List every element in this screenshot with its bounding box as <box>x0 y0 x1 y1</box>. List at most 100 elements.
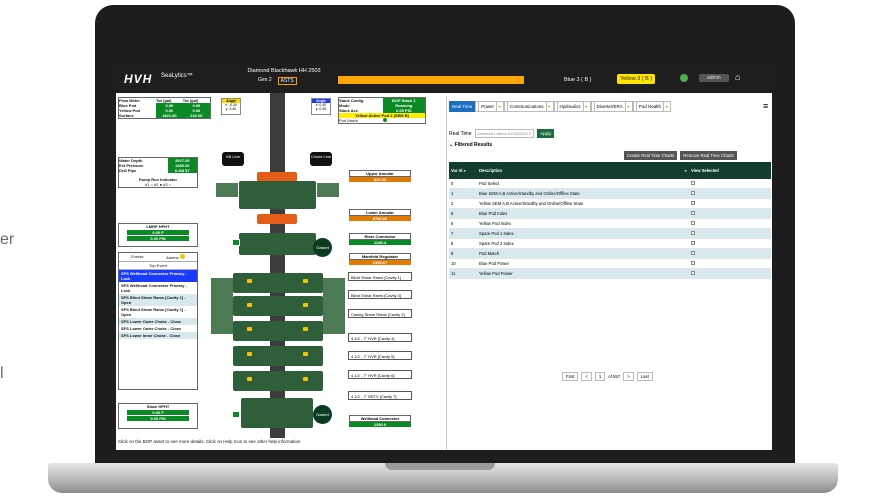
event-item[interactable]: SFS Wellhead Connector Primary - Lock <box>119 282 197 294</box>
event-item[interactable]: SFS Wellhead Connector Primary - Lock <box>119 270 197 282</box>
view-checkbox[interactable] <box>691 271 695 275</box>
choke-line[interactable]: Choke Line <box>310 152 332 166</box>
view-checkbox[interactable] <box>691 231 695 235</box>
real-time-select[interactable]: pressure1-demo 01/18/2022 2 <box>474 129 535 138</box>
event-item[interactable]: SFS Blind Shear Rams [Cavity 1] - Open <box>119 294 197 306</box>
water-table: Water Depth 2027.93 Ext Pressure 1380.00 D… <box>118 157 198 188</box>
page-number[interactable]: 1 <box>594 372 606 381</box>
var-desc: Yellow Pod Power <box>477 268 689 279</box>
view-checkbox[interactable] <box>691 241 695 245</box>
ram-label[interactable]: Blind Shear Rams [Cavity 3] <box>348 290 412 299</box>
ram-label[interactable]: 4 1/2 - 7" HVR [Cavity 6] <box>348 370 412 379</box>
warning-dot-icon: ● <box>584 104 588 109</box>
chart-buttons: Create Real Time Charts Remove Real Time… <box>624 151 737 160</box>
next-page-button[interactable]: > <box>623 372 634 381</box>
gasket-upper[interactable]: Gasket <box>313 238 332 257</box>
table-row[interactable]: 6 Yellow Pod Index <box>449 218 771 229</box>
menu-icon[interactable]: ≡ <box>763 101 768 111</box>
ram-label[interactable]: 4 1/2 - 7" HVR [Cavity 5] <box>348 351 412 360</box>
lower-annular-element[interactable] <box>257 214 297 224</box>
user-menu[interactable]: admin <box>699 74 729 82</box>
wellhead-body[interactable] <box>241 398 313 428</box>
ram-body-1[interactable] <box>239 181 316 209</box>
home-icon[interactable]: ⌂ <box>735 72 740 82</box>
manifold-regulator-label[interactable]: Manifold Regulator 1365.67 <box>349 253 411 265</box>
panel-tabs: Real Time Power ● Communications ● Hydra… <box>449 101 672 112</box>
tab-communications[interactable]: Communications ● <box>504 101 554 112</box>
ram-body-3[interactable] <box>233 273 323 293</box>
tab-power[interactable]: Power ● <box>475 101 505 112</box>
tab-label: Diverter/ERA <box>593 101 626 112</box>
table-row[interactable]: 8 Spare Pod 2 Index <box>449 238 771 249</box>
riser-connector-label[interactable]: Riser Connector 1280.4 <box>349 233 411 245</box>
prev-page-button[interactable]: < <box>581 372 592 381</box>
tab-hydraulics[interactable]: Hydraulics ● <box>553 101 591 112</box>
kill-line[interactable]: Kill Line <box>222 152 244 166</box>
view-checkbox[interactable] <box>691 251 695 255</box>
ram-body-6[interactable] <box>233 346 323 366</box>
event-item[interactable]: SFS Blind Shear Rams [Cavity 1] - Open <box>119 306 197 318</box>
event-item[interactable]: SFS Lower Inner Choke - Close <box>119 332 197 339</box>
lock-icon[interactable] <box>232 239 240 246</box>
events-tab[interactable]: Events <box>131 254 143 260</box>
blue-pod-selector[interactable]: Blue 3 ( B ) <box>564 77 592 83</box>
table-row[interactable]: 5 Blue Pod Index <box>449 208 771 219</box>
table-row[interactable]: 11 Yellow Pod Power <box>449 268 771 279</box>
status-icon[interactable] <box>680 74 688 82</box>
view-checkbox[interactable] <box>691 221 695 225</box>
event-item[interactable]: SFS Lower Outer Choke - Close <box>119 325 197 332</box>
table-row[interactable]: 7 Spare Pod 1 Index <box>449 228 771 239</box>
view-checkbox[interactable] <box>691 191 695 195</box>
tab-pod-health[interactable]: Pod Health ● <box>632 101 672 112</box>
ram-body-7[interactable] <box>233 371 323 391</box>
warning-dot-icon: ● <box>665 104 669 109</box>
ram-label[interactable]: Blind Shear Rams [Cavity 1] <box>348 272 412 281</box>
lock-icon[interactable] <box>232 411 240 418</box>
lower-annular-label[interactable]: Lower Annular 5780.00 <box>349 209 411 221</box>
tab-label: Power <box>478 101 498 112</box>
first-page-button[interactable]: First <box>562 372 579 381</box>
table-row[interactable]: 2 Yellow SEM A,B Active/Standby and Onlin… <box>449 198 771 209</box>
ram-label[interactable]: 4 1/2 - 7" BSTV [Cavity 7] <box>348 391 412 400</box>
bop-stack[interactable]: Kill Line Choke Line Gasket Gasket <box>211 93 346 438</box>
wellhead-label[interactable]: Wellhead Connector 1390.0 <box>349 415 411 427</box>
create-charts-button[interactable]: Create Real Time Charts <box>624 151 678 160</box>
yellow-pod-selector[interactable]: Yellow 3 ( B ) <box>617 74 656 84</box>
gasket-lower[interactable]: Gasket <box>313 405 332 424</box>
upper-annular-label[interactable]: Upper Annular 820.00 <box>349 170 411 182</box>
stack-config: Stack Config BOP Stack 1 Mode Roaming Stac… <box>338 97 426 124</box>
table-row[interactable]: 0 Pod Select <box>449 179 771 189</box>
var-id: 10 <box>449 258 477 269</box>
event-item[interactable]: SFS Lower Outer Choke - Close <box>119 318 197 325</box>
valve-indicator <box>247 279 252 283</box>
table-row[interactable]: 9 Pod Match <box>449 248 771 259</box>
pump-title: Pump Run Indicator <box>139 177 177 182</box>
valve-indicator <box>247 303 252 307</box>
table-row[interactable]: 1 Blue SEM A,B Active/Standby and Online/… <box>449 188 771 199</box>
apply-button[interactable]: Apply <box>537 129 555 138</box>
label-value: 820.00 <box>349 177 411 182</box>
last-page-button[interactable]: Last <box>636 372 653 381</box>
tab-real-time[interactable]: Real Time <box>449 101 476 112</box>
ram-body-5[interactable] <box>233 321 323 341</box>
table-row[interactable]: 10 Blue Pod Power <box>449 258 771 269</box>
gen-label[interactable]: Gen 2 <box>256 77 274 85</box>
search-icon[interactable]: ⌕ <box>685 168 687 173</box>
filtered-results-toggle[interactable]: ⌄ Filtered Results <box>449 142 492 148</box>
asts-badge[interactable]: ASTS <box>277 77 297 85</box>
tab-diverter[interactable]: Diverter/ERA ● <box>590 101 633 112</box>
remove-charts-button[interactable]: Remove Real Time Charts <box>680 151 737 160</box>
view-checkbox[interactable] <box>691 181 695 185</box>
ram-label[interactable]: 4 1/2 - 7" HVR [Cavity 4] <box>348 333 412 342</box>
alarms-tab[interactable]: Alarms <box>166 254 185 260</box>
search-icon[interactable]: ⌕ <box>464 168 466 173</box>
real-time-label: Real Time <box>449 130 472 137</box>
real-time-controls: Real Time pressure1-demo 01/18/2022 2 Ap… <box>449 129 555 138</box>
view-checkbox[interactable] <box>691 211 695 215</box>
view-checkbox[interactable] <box>691 261 695 265</box>
ram-body-2[interactable] <box>239 233 316 255</box>
view-checkbox[interactable] <box>691 201 695 205</box>
status-bar <box>338 76 524 84</box>
warning-dot-icon: ● <box>547 104 551 109</box>
ram-label[interactable]: Casing Shear Rams [Cavity 2] <box>348 309 412 318</box>
